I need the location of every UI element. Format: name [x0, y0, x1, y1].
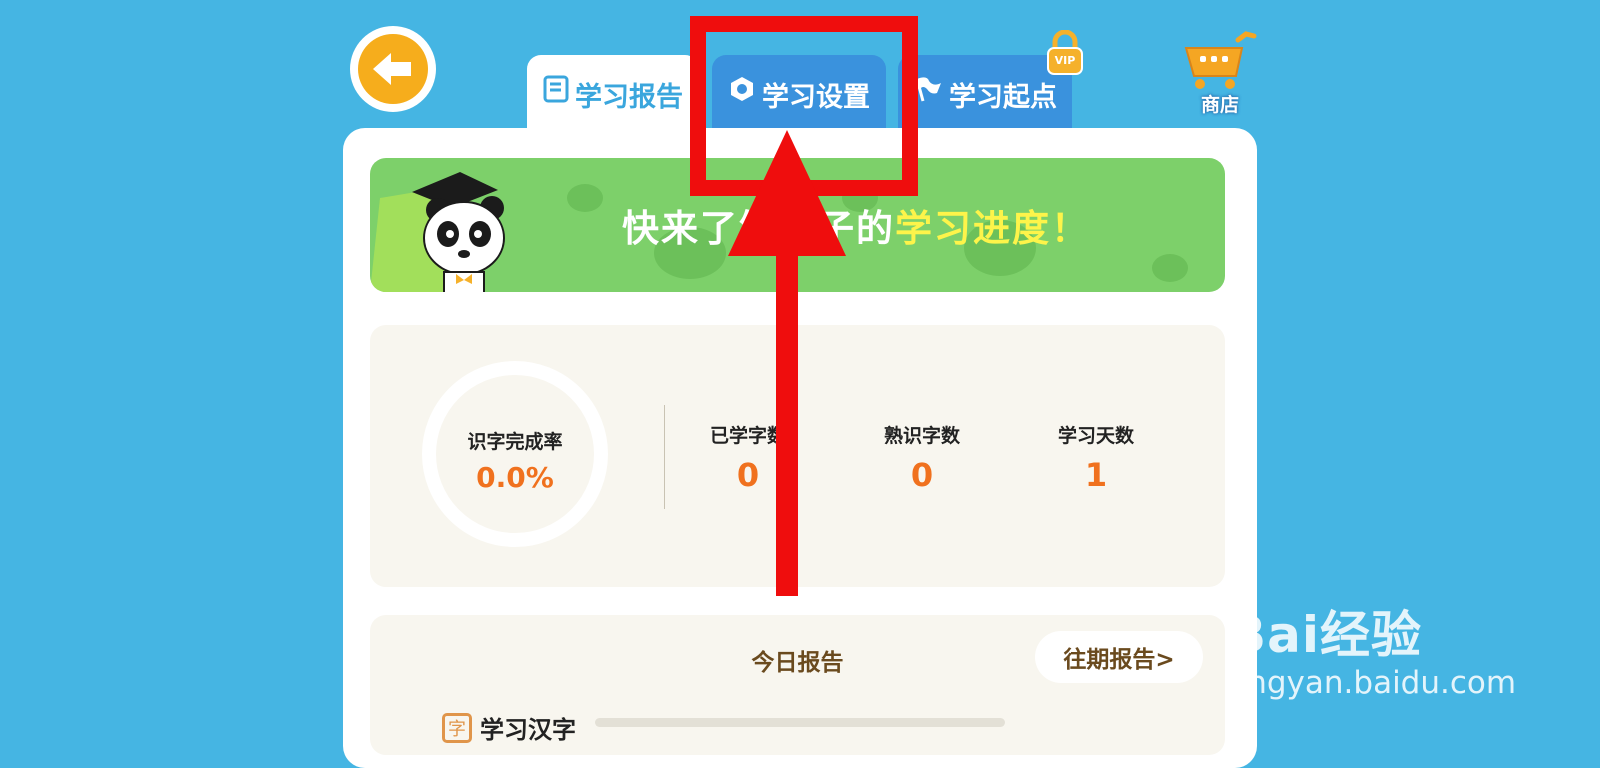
learn-chars-section: 字 学习汉字	[442, 710, 576, 745]
shop-button[interactable]: 商店	[1180, 30, 1260, 120]
report-book-icon	[543, 75, 569, 103]
completion-ring: 识字完成率 0.0%	[422, 361, 608, 547]
divider	[664, 405, 665, 509]
today-report-panel: 今日报告 往期报告> 字 学习汉字	[370, 615, 1225, 755]
watermark-logo: Bai经验	[1228, 606, 1422, 664]
stat-value: 1	[1084, 456, 1108, 494]
shopping-cart-icon	[1184, 31, 1257, 89]
tab-start-label: 学习起点	[949, 82, 1057, 113]
shop-label: 商店	[1200, 94, 1239, 116]
tab-report-label: 学习报告	[575, 82, 683, 113]
vip-label: VIP	[1054, 54, 1076, 67]
completion-rate-value: 0.0%	[476, 461, 554, 494]
completion-rate-label: 识字完成率	[467, 431, 563, 453]
horizontal-scrollbar[interactable]	[595, 718, 1005, 727]
back-button[interactable]	[350, 26, 436, 112]
stat-study-days: 学习天数 1	[1026, 421, 1166, 494]
vip-lock-icon: VIP	[1045, 29, 1085, 75]
tab-report[interactable]: 学习报告	[527, 55, 699, 137]
banner-text-highlight: 学习进度！	[895, 207, 1090, 250]
stat-label: 熟识字数	[883, 425, 960, 447]
watermark-url: jingyan.baidu.com	[1230, 665, 1517, 701]
past-reports-button[interactable]: 往期报告>	[1035, 631, 1203, 683]
stat-label: 学习天数	[1057, 425, 1134, 447]
stat-value: 0	[910, 456, 934, 494]
annotation-arrow-head	[728, 130, 846, 256]
back-arrow-icon	[358, 34, 428, 104]
character-icon: 字	[442, 712, 472, 743]
stat-known-chars: 熟识字数 0	[852, 421, 992, 494]
panda-mascot-icon	[412, 172, 505, 292]
learn-chars-label: 学习汉字	[480, 716, 576, 744]
banner-text: 快来了解孩子的学习进度！	[622, 198, 1090, 252]
annotation-arrow-shaft	[776, 250, 798, 596]
